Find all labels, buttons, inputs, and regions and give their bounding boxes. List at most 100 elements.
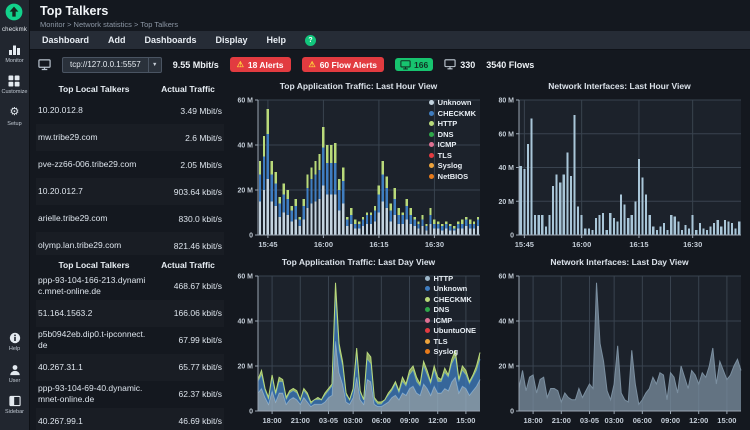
host-link[interactable]: 40.267.99.1 [38,416,152,427]
host-link[interactable]: ppp-93-104-69-40.dynamic.mnet-online.de [38,383,152,404]
svg-text:16:00: 16:00 [572,240,591,249]
chart-interfaces-day: Network Interfaces: Last Day View 0 20 M 40… [489,255,750,430]
sidebar-item-setup[interactable]: ⚙ Setup [2,106,28,127]
sidebar-item-label: User [8,377,21,384]
menu-display[interactable]: Display [216,35,248,45]
svg-text:40 M: 40 M [237,318,253,325]
chart-title: Network Interfaces: Last Day View [550,256,689,267]
dashboard-grid: Top Local Talkers Actual Traffic 10.20.012… [30,79,750,430]
user-icon [9,363,21,376]
flow-alerts-badge[interactable]: ⚠ 60 Flow Alerts [301,57,385,72]
host-link[interactable]: ppp-93-104-166-213.dynamic.mnet-online.d… [38,275,152,296]
legend-label: HTTP [433,273,454,283]
host-link[interactable]: 40.267.31.1 [38,362,152,373]
legend-item: DNS [425,305,476,314]
host-link[interactable]: 10.20.012.7 [38,186,152,197]
legend-label: NetBIOS [437,171,469,181]
chart-canvas: 0 20 M 40 M 60 M 80 M 15:45 16:00 16:15 16:30 [498,98,741,249]
chart-app-traffic-hour: Top Application Traffic: Last Hour View 0… [228,79,489,255]
svg-text:12:00: 12:00 [689,416,708,425]
host-link[interactable]: arielle.tribe29.com [38,213,152,224]
menu-dashboard[interactable]: Dashboard [42,35,89,45]
svg-text:21:00: 21:00 [291,416,310,425]
menu-add[interactable]: Add [108,35,126,45]
svg-text:20 M: 20 M [498,363,514,370]
alerts-badge[interactable]: ⚠ 18 Alerts [229,57,291,72]
breadcrumb[interactable]: Monitor > Network statistics > Top Talke… [40,20,740,29]
interface-icon [38,58,51,71]
legend-label: CHECKMK [437,108,476,118]
svg-text:03-05: 03-05 [319,416,338,425]
chart-title: Top Application Traffic: Last Day View [281,256,436,267]
svg-text:20 M: 20 M [237,363,253,370]
chart-legend: Unknown CHECKMK HTTP DNS ICMP TLS Syslog NetBIO… [429,98,476,181]
host-link[interactable]: mw.tribe29.com [38,132,152,143]
sidebar-item-label: Help [8,346,21,352]
sidebar-item-user[interactable]: User [9,363,21,384]
host-link[interactable]: p5b0942eb.dip0.t-ipconnect.de [38,329,152,350]
inline-help-icon[interactable]: ? [305,34,317,46]
table-header-row: Top Local Talkers Actual Traffic [36,256,224,273]
checkmk-logo[interactable]: checkmk [2,3,27,33]
svg-text:15:45: 15:45 [258,240,277,249]
legend-label: ICMP [437,140,457,149]
sidebar-item-help[interactable]: Help [8,332,21,352]
monitor-icon [400,59,411,70]
legend-color-dot [425,275,430,281]
svg-text:15:00: 15:00 [456,416,475,425]
svg-text:16:30: 16:30 [683,240,702,249]
sidebar-item-customize[interactable]: Customize [1,75,28,95]
host-link[interactable]: olymp.lan.tribe29.com [38,240,152,251]
host-link[interactable]: 10.20.012.8 [38,105,152,116]
active-hosts-badge[interactable]: 166 [395,58,434,71]
chart-app-traffic-day: Top Application Traffic: Last Day View 0 2… [228,255,489,430]
svg-text:16:00: 16:00 [314,240,333,249]
svg-text:15:45: 15:45 [515,240,534,249]
table-row: arielle.tribe29.com 830.0 kbit/s [36,205,224,232]
table-header-row: Top Local Talkers Actual Traffic [36,80,224,97]
legend-item: Unknown [429,98,476,107]
sidebar-item-label: Monitor [5,57,24,64]
total-hosts-value: 330 [460,59,476,70]
legend-item: Syslog [429,161,476,170]
top-talkers-table-1: Top Local Talkers Actual Traffic 10.20.012… [30,79,228,255]
svg-text:03:00: 03:00 [344,416,363,425]
table-row: p5b0942eb.dip0.t-ipconnect.de 67.99 kbit/… [36,327,224,354]
legend-label: TLS [433,336,448,346]
table-row: 40.267.99.1 46.69 kbit/s [36,408,224,430]
traffic-value: 468.67 kbit/s [173,281,222,291]
source-select[interactable]: tcp://127.0.0.1:5557 ▼ [62,56,162,73]
legend-color-dot [425,338,430,344]
legend-color-dot [425,317,430,323]
legend-label: ICMP [433,315,453,325]
traffic-value: 67.99 kbit/s [178,335,222,345]
chart-legend: HTTP Unknown CHECKMK DNS ICMP UbuntuONE TLS Sys… [425,273,476,356]
legend-color-dot [429,152,435,158]
brand-label: checkmk [1,27,28,33]
table-row: ppp-93-104-166-213.dynamic.mnet-online.d… [36,273,224,300]
chart-title: Top Application Traffic: Last Hour View [279,81,438,91]
legend-label: Unknown [433,284,468,293]
host-link[interactable]: pve-zz66-006.tribe29.com [38,159,152,170]
sidebar-item-label: Customize [1,89,28,95]
traffic-value: 821.46 kbit/s [173,240,222,251]
table-header-traffic: Actual Traffic [161,84,215,94]
legend-label: CHECKMK [433,294,472,304]
host-link[interactable]: 51.164.1563.2 [38,308,152,319]
legend-color-dot [429,173,435,179]
menubar: Dashboard Add Dashboards Display Help? [30,31,750,50]
table-row: 51.164.1563.2 166.06 kbit/s [36,300,224,327]
legend-item: ICMP [429,140,476,149]
sidebar-item-sidebar[interactable]: Sidebar [5,395,24,415]
svg-text:60 M: 60 M [237,98,253,105]
table-row: 10.20.012.8 3.49 Mbit/s [36,97,224,124]
toolbar: tcp://127.0.0.1:5557 ▼ 9.55 Mbit/s ⚠ 18 … [30,50,750,79]
app-root: checkmk Monitor Customize ⚙ Setup Help User S… [0,0,750,430]
sidebar-item-label: Setup [7,120,22,127]
table-header-talkers: Top Local Talkers [58,259,130,270]
menu-dashboards[interactable]: Dashboards [145,35,197,45]
menu-help[interactable]: Help [267,35,287,45]
sidebar-item-monitor[interactable]: Monitor [2,43,28,64]
svg-text:40 M: 40 M [498,318,514,325]
gear-icon: ⚙ [9,106,20,118]
